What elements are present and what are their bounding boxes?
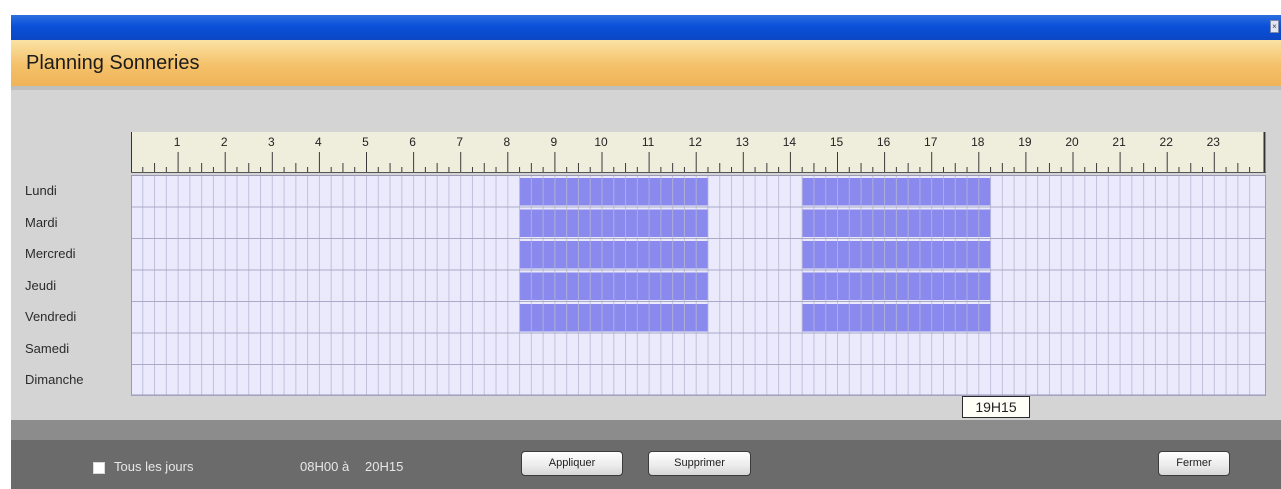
page-title: Planning Sonneries <box>26 52 200 74</box>
ruler-hour-label: 18 <box>971 135 985 149</box>
time-separator: à <box>342 459 350 474</box>
ruler-hour-label: 5 <box>362 135 369 149</box>
day-label: Mardi <box>25 214 58 230</box>
ruler-hour-label: 9 <box>551 135 558 149</box>
all-days-checkbox[interactable] <box>93 462 105 474</box>
ruler-hour-label: 13 <box>736 135 750 149</box>
ruler-hour-label: 21 <box>1112 135 1126 149</box>
ruler-hour-label: 4 <box>315 135 322 149</box>
time-from: 08H00 <box>300 459 339 474</box>
header-bar: Planning Sonneries <box>11 40 1281 86</box>
time-to: 20H15 <box>365 459 404 474</box>
delete-button[interactable]: Supprimer <box>648 451 751 476</box>
ruler-hour-label: 2 <box>221 135 228 149</box>
time-tooltip: 19H15 <box>962 396 1030 418</box>
day-label: Lundi <box>25 183 57 198</box>
ruler-hour-label: 14 <box>783 135 797 149</box>
ruler-hour-label: 22 <box>1160 135 1174 149</box>
close-icon[interactable]: × <box>1270 20 1279 33</box>
ruler-hour-label: 19 <box>1018 135 1032 149</box>
footer-bar: Tous les jours 08H00 à 20H15 Appliquer S… <box>11 440 1281 489</box>
ruler-hour-label: 15 <box>830 135 844 149</box>
day-label: Vendredi <box>25 309 77 324</box>
footer-divider <box>11 420 1281 440</box>
apply-button[interactable]: Appliquer <box>521 451 623 476</box>
ruler-hour-label: 1 <box>174 135 181 149</box>
day-label: Samedi <box>25 340 70 356</box>
ruler-hour-label: 6 <box>409 135 416 149</box>
schedule-grid[interactable] <box>131 175 1266 396</box>
ruler-hour-label: 23 <box>1207 135 1221 149</box>
day-label: Mercredi <box>25 246 76 261</box>
ruler-hour-label: 8 <box>503 135 510 149</box>
ruler-hour-label: 20 <box>1065 135 1079 149</box>
day-label: Dimanche <box>25 372 84 387</box>
ruler-hour-label: 3 <box>268 135 275 149</box>
day-label: Jeudi <box>25 277 57 293</box>
ruler-hour-label: 11 <box>642 135 655 149</box>
ruler-hour-label: 10 <box>594 135 608 149</box>
all-days-label: Tous les jours <box>114 459 194 474</box>
window-titlebar: × <box>11 15 1281 40</box>
hour-ruler: 1 2 3 4 5 6 7 8 9 10 11 12 13 14 15 16 17 18 19 20 21 22 23 <box>131 132 1266 173</box>
ruler-hour-label: 12 <box>689 135 703 149</box>
close-button[interactable]: Fermer <box>1158 451 1230 476</box>
ruler-hour-label: 17 <box>924 135 938 149</box>
planning-window: × Planning Sonneries 1 2 3 4 5 6 7 8 9 10 11 12 13 14… <box>11 15 1281 489</box>
ruler-hour-label: 16 <box>877 135 891 149</box>
schedule-area: 1 2 3 4 5 6 7 8 9 10 11 12 13 14 15 16 17 18 19 20 21 22 23 Lu… <box>11 90 1281 420</box>
ruler-hour-label: 7 <box>456 135 463 149</box>
